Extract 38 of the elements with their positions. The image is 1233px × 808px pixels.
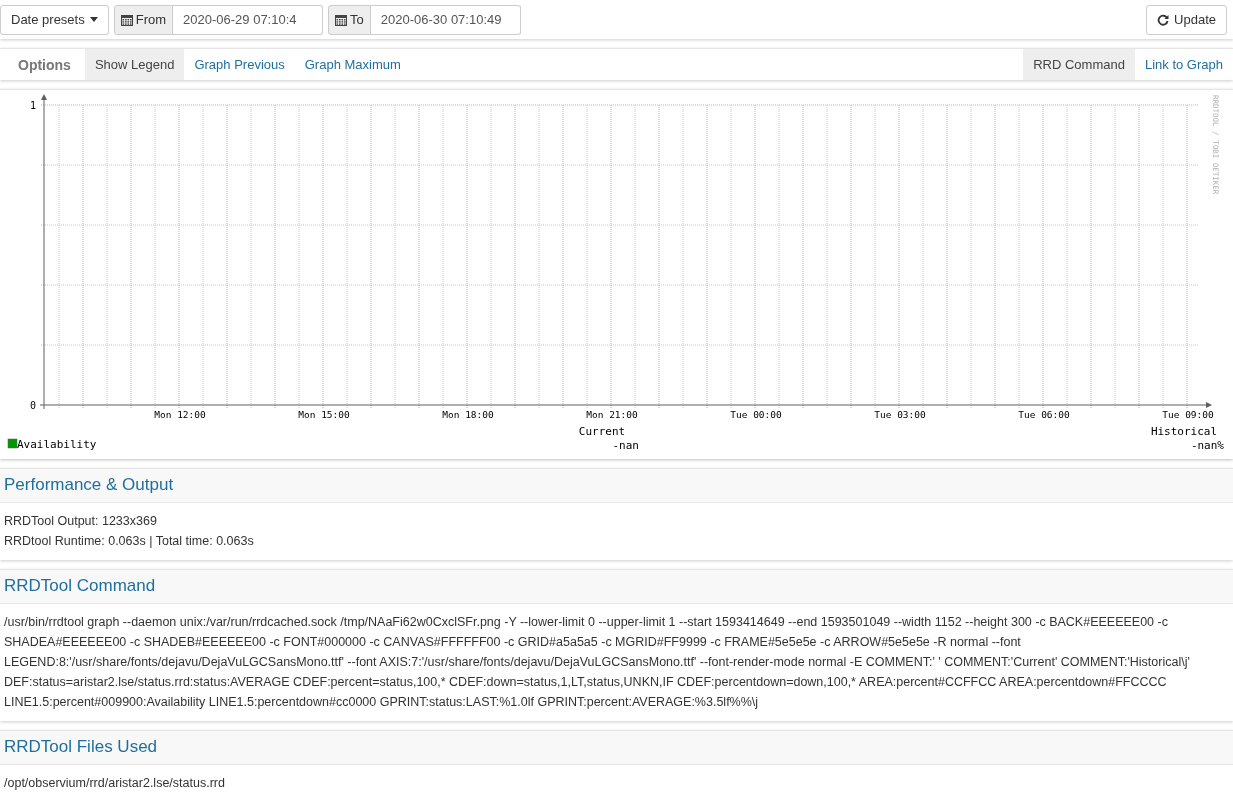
x-tick-label: Tue 03:00 (874, 409, 926, 420)
x-tick-label: Tue 00:00 (730, 409, 782, 420)
legend-label: Availability (17, 438, 97, 451)
option-link[interactable]: RRD Command (1023, 49, 1135, 80)
section-title: Performance & Output (0, 469, 1233, 503)
to-label: To (328, 4, 371, 35)
legend-value: -nan% (1190, 439, 1224, 452)
legend-heading: Current (578, 425, 626, 438)
option-link[interactable]: Graph Maximum (294, 49, 411, 80)
x-tick-label: Mon 21:00 (586, 409, 638, 420)
caret-icon (89, 17, 98, 22)
to-date-field[interactable]: 2020-06-30 07:10:49 (370, 4, 521, 35)
legend-value: -nan (612, 439, 639, 452)
section-title: RRDTool Files Used (0, 731, 1233, 765)
x-tick-label: Mon 12:00 (154, 409, 206, 420)
section-title: RRDTool Command (0, 570, 1233, 604)
section-text: /opt/observium/rrd/aristar2.lse/status.rrd (4, 775, 226, 792)
y-tick-label: 1 (29, 100, 36, 111)
x-tick-label: Mon 18:00 (442, 409, 494, 420)
x-tick-label: Tue 09:00 (1162, 409, 1214, 420)
refresh-icon (1157, 13, 1170, 26)
section-text: RRDTool Output: 1233x369 (4, 513, 158, 530)
option-link[interactable]: Graph Previous (184, 49, 295, 80)
option-link[interactable]: Show Legend (84, 49, 185, 80)
x-tick-label: Mon 15:00 (298, 409, 350, 420)
from-label: From (113, 4, 174, 35)
x-tick-label: Tue 06:00 (1018, 409, 1070, 420)
legend-heading: Historical (1150, 425, 1218, 438)
option-link[interactable]: Link to Graph (1134, 49, 1233, 80)
options-title: Options (17, 55, 72, 75)
y-tick-label: 0 (29, 400, 36, 411)
section-text: /usr/bin/rrdtool graph --daemon unix:/var/run/rrdcached.sock /tmp/NAaFi62w0CxclSFr.png -Y --lower-limit 0 --upper-limit 1 --start 1593414649 --end 1593501049 --width 1152 --height 300 -c BACK#EEEEEE00 -c SHADEA#EEEEEE00 -c SHADEB#EEEEEE00 -c FONT#000000 -c CANVAS#FFFFFF00 -c GRID#a5a5a5 -c MGRID#FF9999 -c FRAME#5e5e5e -c ARROW#5e5e5e -R normal --font LEGEND:8:'/usr/share/fonts/dejavu/DejaVuLGCSansMono.ttf' --font AXIS:7:'/usr/share/fonts/dejavu/DejaVuLGCSansMono.ttf' --font-render-mode normal -E COMMENT:' ' COMMENT:'Current' COMMENT:'Historical\j' DEF:status=aristar2.lse/status.rrd:status:AVERAGE CDEF:percent=status,100,* CDEF:down=status,1,LT,status,UNKN,IF CDEF:percentdown=down,100,* AREA:percent#CCFFCC AREA:percentdown#FFCCCC LINE1.5:percent#009900:Availability LINE1.5:percentdown#cc0000 GPRINT:status:LAST:%1.0lf GPRINT:percent:AVERAGE:%3.5lf%%\j (4, 614, 1191, 711)
calendar-icon (335, 13, 348, 26)
update-button[interactable]: Update (1146, 4, 1227, 35)
section-text: RRDtool Runtime: 0.063s | Total time: 0.063s (4, 533, 255, 550)
calendar-icon (120, 13, 133, 26)
from-date-field[interactable]: 2020-06-29 07:10:4 (173, 4, 324, 35)
date-presets-button[interactable]: Date presets (0, 4, 109, 35)
